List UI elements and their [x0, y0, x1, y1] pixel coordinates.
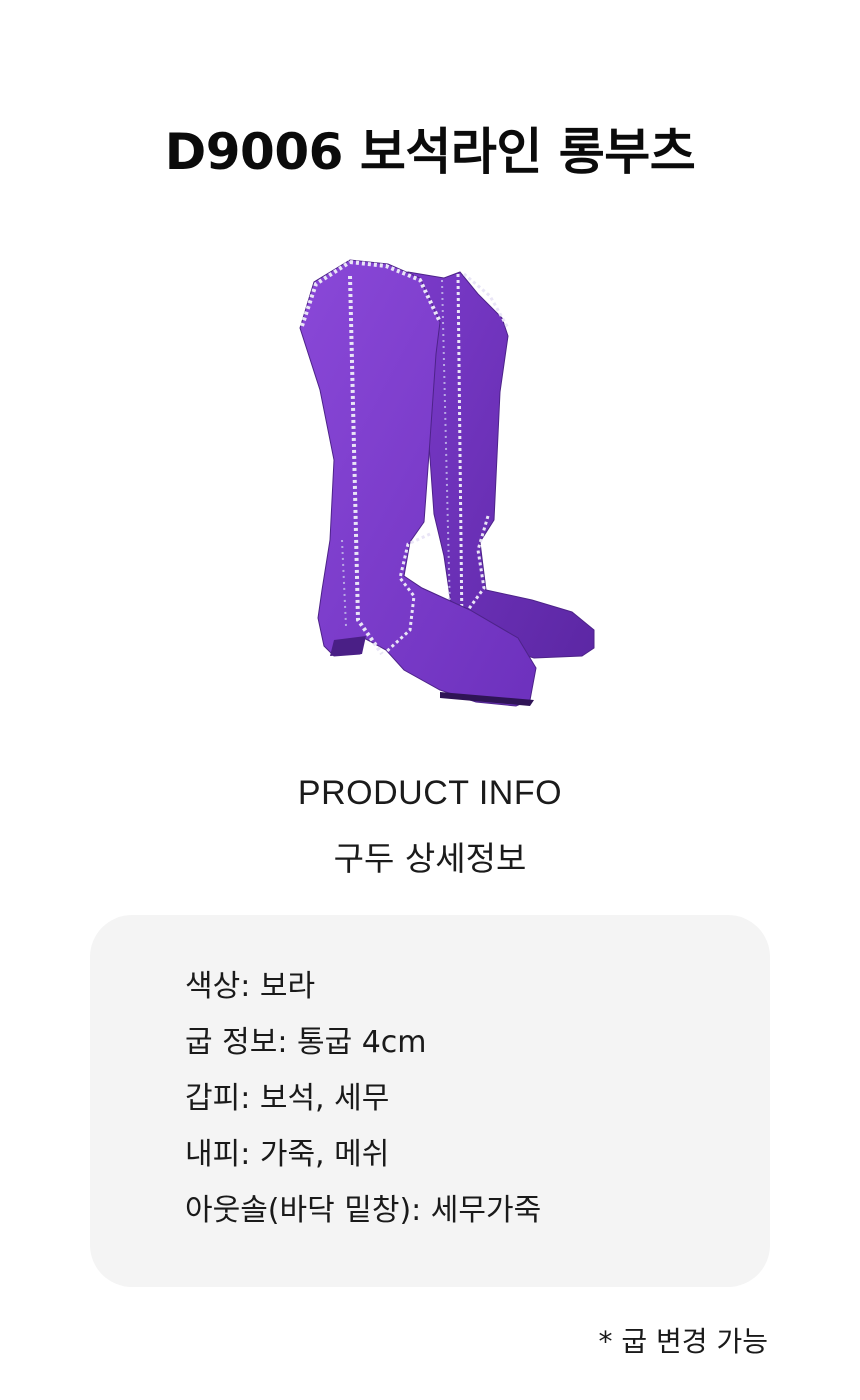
product-spec-list: 색상: 보라 굽 정보: 통굽 4cm 갑피: 보석, 세무 내피: 가죽, 메… — [185, 965, 541, 1245]
product-title: D9006 보석라인 롱부츠 — [164, 123, 696, 181]
spec-heel: 굽 정보: 통굽 4cm — [185, 1025, 427, 1060]
spec-outsole: 아웃솔(바닥 밑창): 세무가죽 — [185, 1193, 542, 1228]
product-spec-card: 색상: 보라 굽 정보: 통굽 4cm 갑피: 보석, 세무 내피: 가죽, 메… — [90, 915, 770, 1287]
product-boots-image — [299, 259, 595, 707]
heel-change-note: * 굽 변경 가능 — [598, 1325, 768, 1358]
shoe-detail-heading: 구두 상세정보 — [333, 839, 527, 878]
product-info-heading: PRODUCT INFO — [297, 774, 563, 812]
spec-color: 색상: 보라 — [185, 969, 316, 1004]
spec-upper: 갑피: 보석, 세무 — [185, 1081, 390, 1116]
spec-lining: 내피: 가죽, 메쉬 — [185, 1137, 390, 1172]
